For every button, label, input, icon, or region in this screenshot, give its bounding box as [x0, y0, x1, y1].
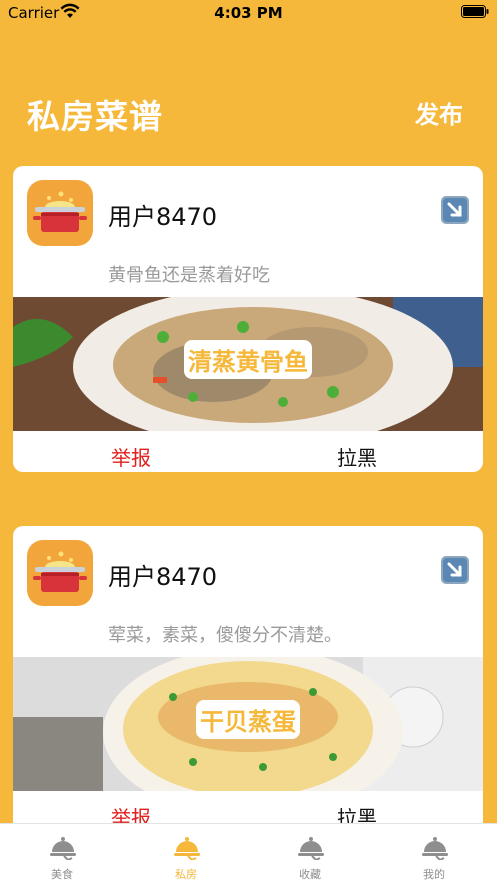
report-button[interactable]: 举报 — [111, 442, 151, 471]
publish-button[interactable]: 发布 — [415, 95, 463, 130]
post-description: 黄骨鱼还是蒸着好吃 — [108, 265, 270, 286]
block-button[interactable]: 拉黑 — [337, 442, 377, 471]
tab-favorites[interactable]: 收藏 — [248, 824, 372, 884]
tab-label: 私房 — [175, 868, 197, 881]
dish-name-label: 干贝蒸蛋 — [196, 700, 300, 739]
page-title: 私房菜谱 — [27, 97, 163, 136]
tab-mine[interactable]: 我的 — [372, 824, 496, 884]
tab-food[interactable]: 美食 — [0, 824, 124, 884]
clock: 4:03 PM — [214, 4, 283, 22]
cooking-pot-icon — [33, 551, 87, 592]
status-bar: Carrier 4:03 PM — [0, 0, 497, 26]
expand-arrow-icon[interactable] — [441, 556, 469, 584]
post-card: 用户8470 荤菜，素菜，傻傻分不清楚。 干贝蒸蛋 举报 拉黑 — [13, 526, 483, 836]
battery-icon — [461, 5, 489, 18]
post-description: 荤菜，素菜，傻傻分不清楚。 — [108, 625, 342, 646]
cloche-icon — [50, 837, 76, 860]
dish-photo[interactable]: 干贝蒸蛋 — [13, 657, 483, 791]
avatar[interactable] — [27, 180, 93, 246]
tab-label: 收藏 — [299, 868, 321, 881]
cloche-icon — [422, 837, 448, 860]
cloche-icon — [174, 837, 200, 860]
dish-photo[interactable]: 清蒸黄骨鱼 — [13, 297, 483, 431]
avatar[interactable] — [27, 540, 93, 606]
username: 用户8470 — [108, 203, 218, 231]
username: 用户8470 — [108, 563, 218, 591]
tab-bar: 美食 私房 收藏 我的 — [0, 823, 497, 884]
tab-private[interactable]: 私房 — [124, 824, 248, 884]
dish-name-label: 清蒸黄骨鱼 — [184, 340, 312, 379]
tab-label: 美食 — [51, 868, 73, 881]
cloche-icon — [298, 837, 324, 860]
post-card: 用户8470 黄骨鱼还是蒸着好吃 清蒸黄骨鱼 举报 拉黑 — [13, 166, 483, 472]
tab-label: 我的 — [423, 868, 445, 881]
cooking-pot-icon — [33, 191, 87, 232]
expand-arrow-icon[interactable] — [441, 196, 469, 224]
